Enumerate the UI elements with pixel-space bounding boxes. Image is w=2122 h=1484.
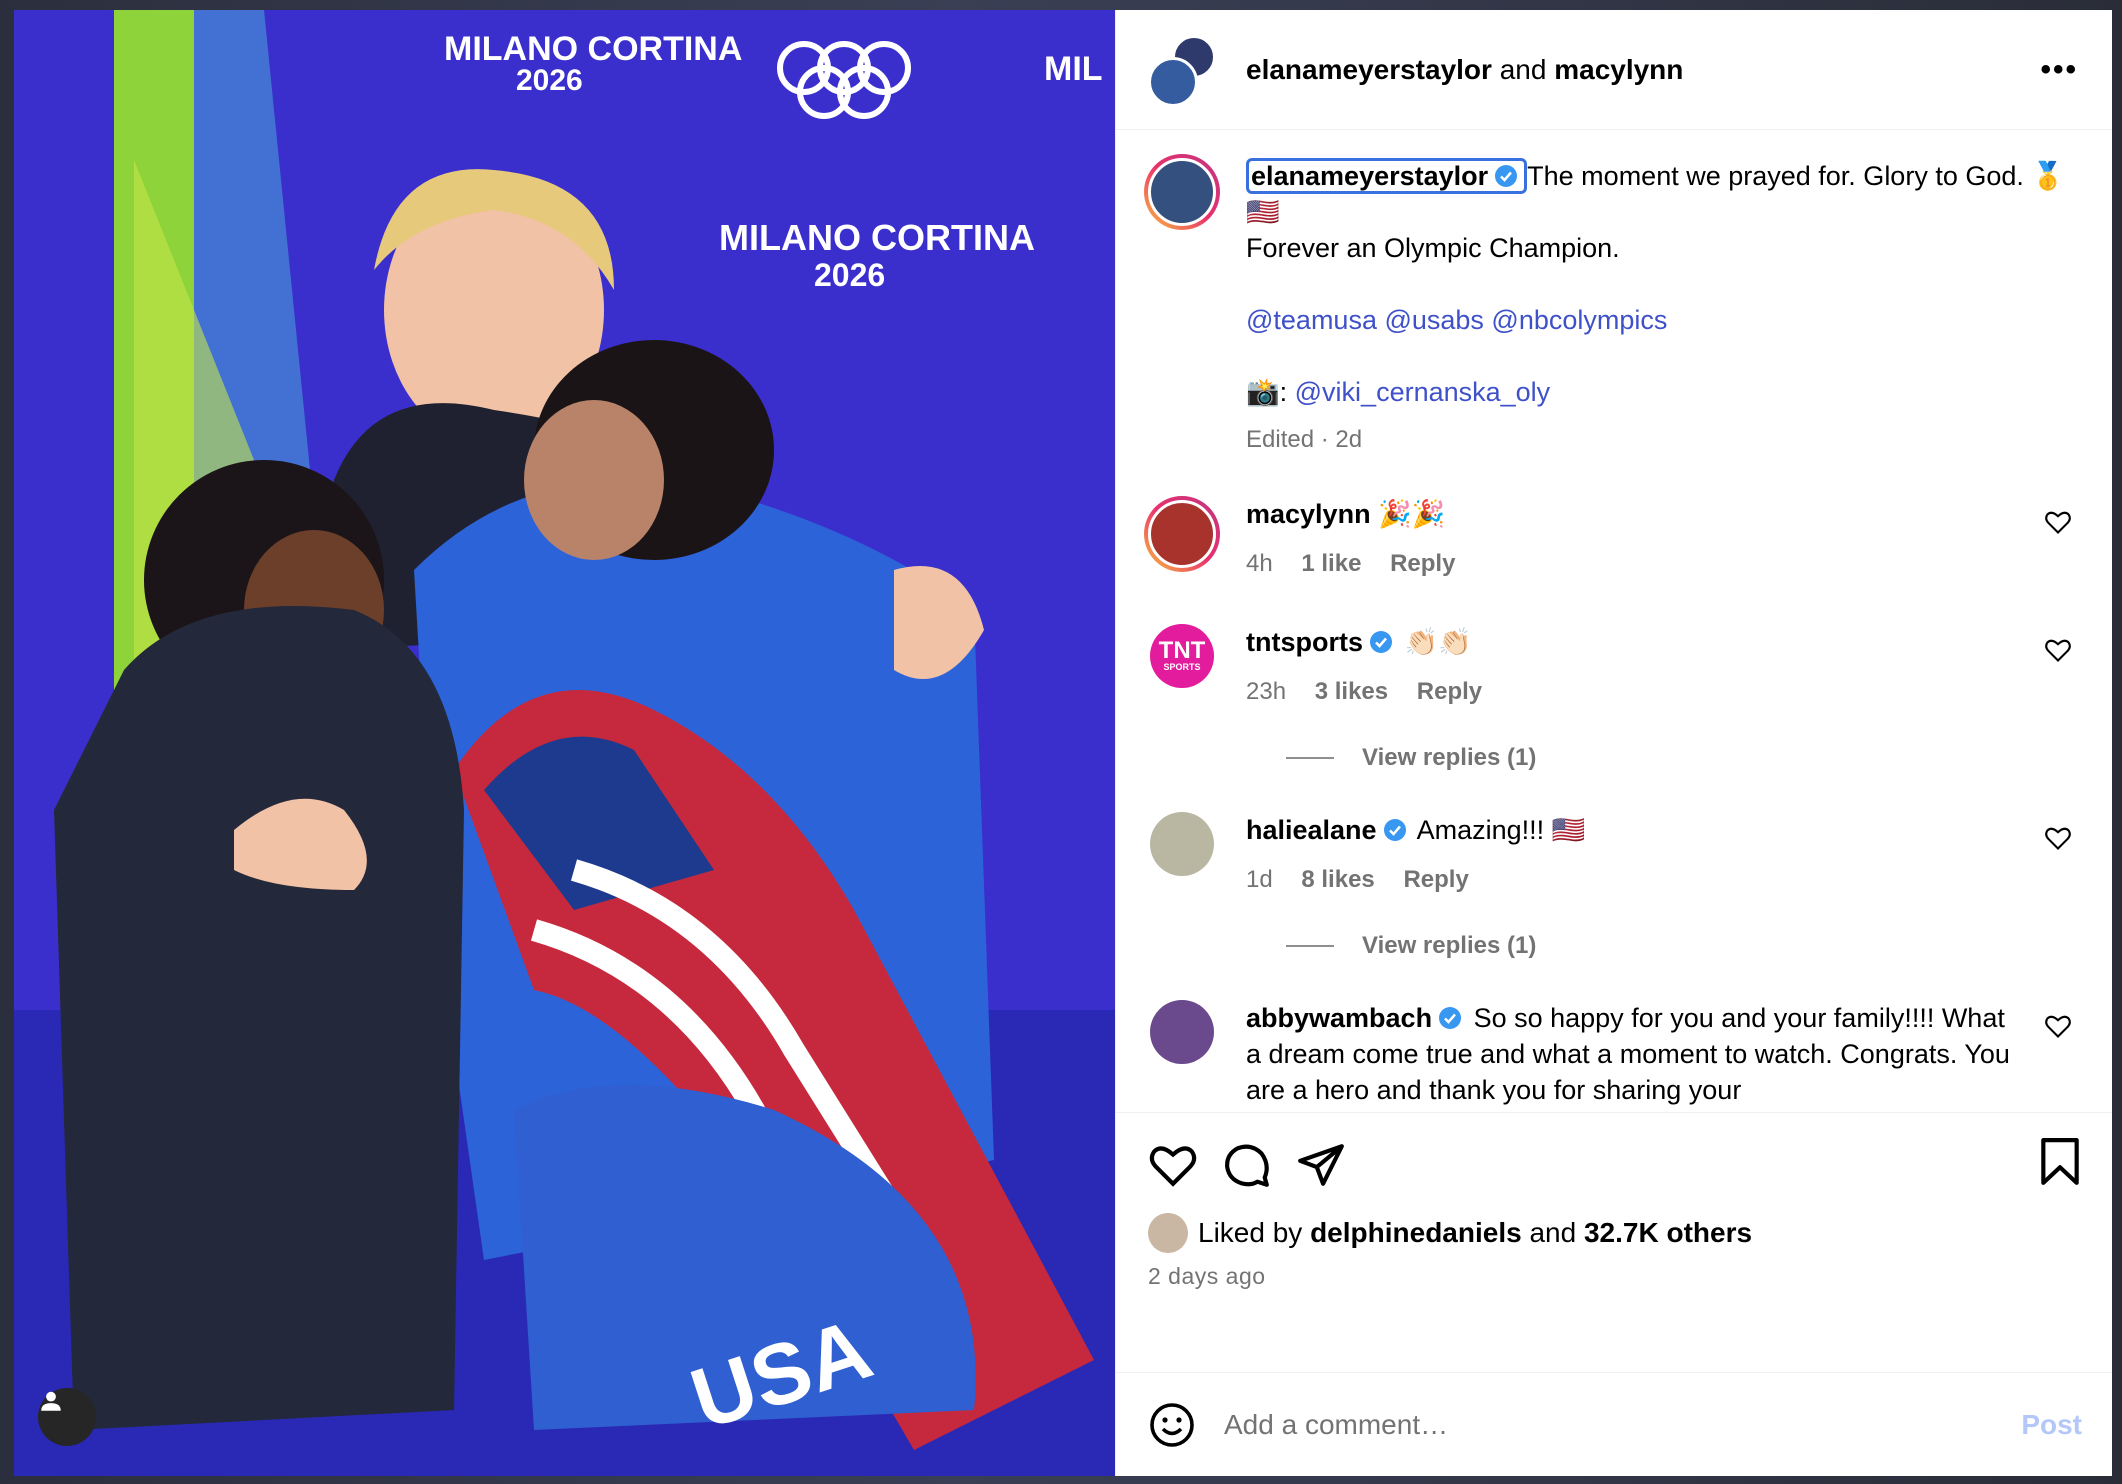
caption-photo-credit[interactable]: @viki_cernanska_oly	[1295, 377, 1551, 407]
verified-badge-icon	[1383, 819, 1406, 841]
instagram-post-modal: MILANO CORTINA 2026 MILANO CORTINA 2026 …	[14, 10, 2112, 1476]
post-comment-button[interactable]: Post	[2021, 1409, 2082, 1441]
comment-username[interactable]: abbywambach	[1246, 1003, 1432, 1033]
comment-like-heart-icon[interactable]	[2044, 636, 2072, 664]
caption-photo-prefix: 📸:	[1246, 377, 1288, 407]
comment-reply-button[interactable]: Reply	[1390, 550, 1455, 577]
header-user-link-1[interactable]: elanameyerstaylor	[1246, 54, 1492, 85]
view-replies-label: View replies (1)	[1362, 744, 1537, 771]
comments-list[interactable]: elanameyerstaylor The moment we prayed fo…	[1116, 130, 2112, 1112]
view-replies-button[interactable]: View replies (1)	[1286, 744, 2072, 772]
verified-badge-icon	[1370, 631, 1392, 653]
comment-likes[interactable]: 8 likes	[1301, 866, 1374, 893]
liked-by-avatar[interactable]	[1148, 1213, 1188, 1253]
comment-item: TNT SPORTS tntsports 👏🏻👏🏻 23h 3 likes Re…	[1144, 624, 2072, 710]
post-photo[interactable]: MILANO CORTINA 2026 MILANO CORTINA 2026 …	[14, 10, 1115, 1476]
comment-username[interactable]: haliealane	[1246, 815, 1377, 845]
comment-avatar[interactable]	[1144, 496, 1220, 572]
comment-avatar[interactable]	[1150, 1000, 1214, 1064]
tnt-logo-text: TNT	[1158, 637, 1206, 664]
sign-text-partial: MIL	[1044, 50, 1103, 88]
comment-item: haliealane Amazing!!! 🇺🇸 1d 8 likes Repl…	[1144, 812, 2072, 898]
comment-username[interactable]: tntsports	[1246, 627, 1363, 657]
caption-mentions[interactable]: @teamusa @usabs @nbcolympics	[1246, 305, 1667, 335]
photo-illustration: MILANO CORTINA 2026 MILANO CORTINA 2026 …	[14, 10, 1115, 1476]
comment-bubble-icon[interactable]	[1222, 1140, 1272, 1190]
comment-likes[interactable]: 1 like	[1301, 550, 1361, 577]
post-timestamp[interactable]: 2 days ago	[1148, 1263, 2082, 1290]
tagged-users-button[interactable]	[38, 1388, 96, 1446]
comment-avatar[interactable]: TNT SPORTS	[1150, 624, 1214, 688]
emoji-smiley-icon[interactable]	[1148, 1401, 1196, 1449]
view-replies-label: View replies (1)	[1362, 932, 1537, 959]
comment-composer: Post	[1116, 1372, 2112, 1476]
liked-by: Liked by delphinedaniels and 32.7K other…	[1148, 1213, 2082, 1253]
comment-item: abbywambach So so happy for you and your…	[1144, 1000, 2072, 1108]
caption-username-focus[interactable]: elanameyerstaylor	[1246, 158, 1528, 194]
more-options-icon[interactable]: •••	[2040, 53, 2078, 87]
comment-avatar[interactable]	[1150, 812, 1214, 876]
share-send-icon[interactable]	[1296, 1140, 1346, 1190]
like-heart-icon[interactable]	[1148, 1140, 1198, 1190]
view-replies-line	[1286, 757, 1334, 759]
view-replies-button[interactable]: View replies (1)	[1286, 932, 2072, 960]
comment-like-heart-icon[interactable]	[2044, 1012, 2072, 1040]
verified-badge-icon	[1495, 165, 1518, 187]
person-icon	[41, 1391, 61, 1411]
caption-line-2: Forever an Olympic Champion.	[1246, 233, 1620, 263]
sign-text-mid: MILANO CORTINA	[719, 217, 1035, 258]
action-icons	[1148, 1135, 2082, 1195]
sign-year-top: 2026	[516, 64, 583, 97]
comment-likes[interactable]: 3 likes	[1315, 678, 1388, 705]
comment-text: 🎉🎉	[1378, 499, 1446, 529]
comment-username[interactable]: macylynn	[1246, 499, 1371, 529]
post-details-panel: elanameyerstaylor and macylynn ••• elana…	[1115, 10, 2112, 1476]
header-and: and	[1499, 53, 1547, 85]
avatar-elanameyerstaylor[interactable]	[1148, 56, 1198, 107]
caption-avatar[interactable]	[1144, 154, 1220, 230]
liked-by-count[interactable]: 32.7K others	[1584, 1217, 1752, 1249]
collab-avatars[interactable]	[1148, 34, 1218, 107]
caption: elanameyerstaylor The moment we prayed fo…	[1144, 154, 2072, 458]
comment-text: 👏🏻👏🏻	[1404, 627, 1472, 657]
sign-year-mid: 2026	[814, 257, 885, 293]
liked-by-user[interactable]: delphinedaniels	[1310, 1217, 1522, 1249]
save-bookmark-icon[interactable]	[2038, 1137, 2082, 1187]
comment-reply-button[interactable]: Reply	[1403, 866, 1468, 893]
post-actions: Liked by delphinedaniels and 32.7K other…	[1116, 1112, 2112, 1372]
comment-like-heart-icon[interactable]	[2044, 508, 2072, 536]
add-comment-input[interactable]	[1222, 1407, 1926, 1442]
comment-time[interactable]: 1d	[1246, 866, 1273, 893]
comment-like-heart-icon[interactable]	[2044, 824, 2072, 852]
caption-edited: Edited · 2d	[1246, 426, 1363, 453]
comment-reply-button[interactable]: Reply	[1417, 678, 1482, 705]
caption-username[interactable]: elanameyerstaylor	[1251, 161, 1488, 191]
comment-text: Amazing!!! 🇺🇸	[1416, 815, 1586, 845]
header-user-link-2[interactable]: macylynn	[1554, 54, 1683, 85]
comment-item: macylynn 🎉🎉 4h 1 like Reply	[1144, 496, 2072, 582]
verified-badge-icon	[1439, 1007, 1462, 1029]
post-header-title: elanameyerstaylor and macylynn	[1246, 54, 1683, 86]
comment-time[interactable]: 23h	[1246, 678, 1286, 705]
liked-by-and: and	[1529, 1217, 1577, 1248]
view-replies-line	[1286, 945, 1334, 947]
liked-by-prefix: Liked by	[1198, 1217, 1303, 1248]
sign-text-top: MILANO CORTINA	[444, 30, 742, 68]
post-header: elanameyerstaylor and macylynn •••	[1116, 10, 2112, 130]
tnt-logo-sub: SPORTS	[1163, 662, 1201, 672]
comment-time[interactable]: 4h	[1246, 550, 1273, 577]
